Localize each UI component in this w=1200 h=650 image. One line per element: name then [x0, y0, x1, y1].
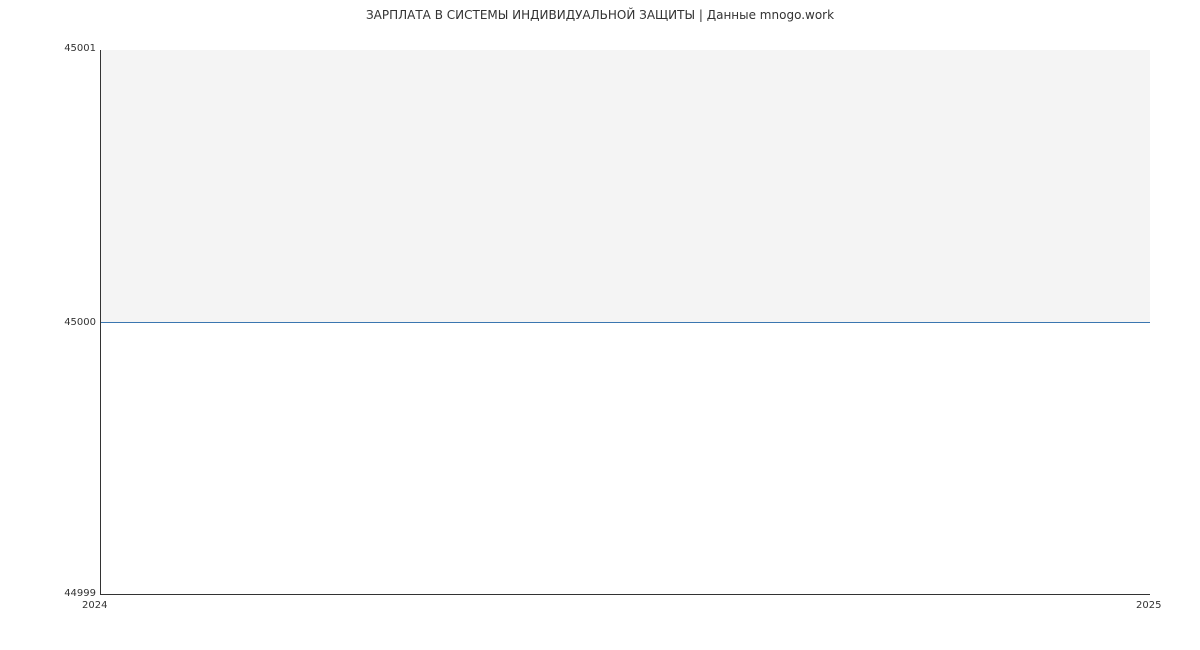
salary-chart: ЗАРПЛАТА В СИСТЕМЫ ИНДИВИДУАЛЬНОЙ ЗАЩИТЫ…: [0, 0, 1200, 650]
plot-background-lower: [101, 322, 1150, 594]
x-tick-label: 2024: [82, 600, 107, 611]
plot-area: [100, 50, 1150, 595]
chart-title: ЗАРПЛАТА В СИСТЕМЫ ИНДИВИДУАЛЬНОЙ ЗАЩИТЫ…: [0, 8, 1200, 22]
y-tick-label: 45001: [51, 43, 96, 54]
y-tick-label: 45000: [51, 317, 96, 328]
data-line: [101, 322, 1150, 323]
y-tick-label: 44999: [51, 588, 96, 599]
x-tick-label: 2025: [1136, 600, 1161, 611]
